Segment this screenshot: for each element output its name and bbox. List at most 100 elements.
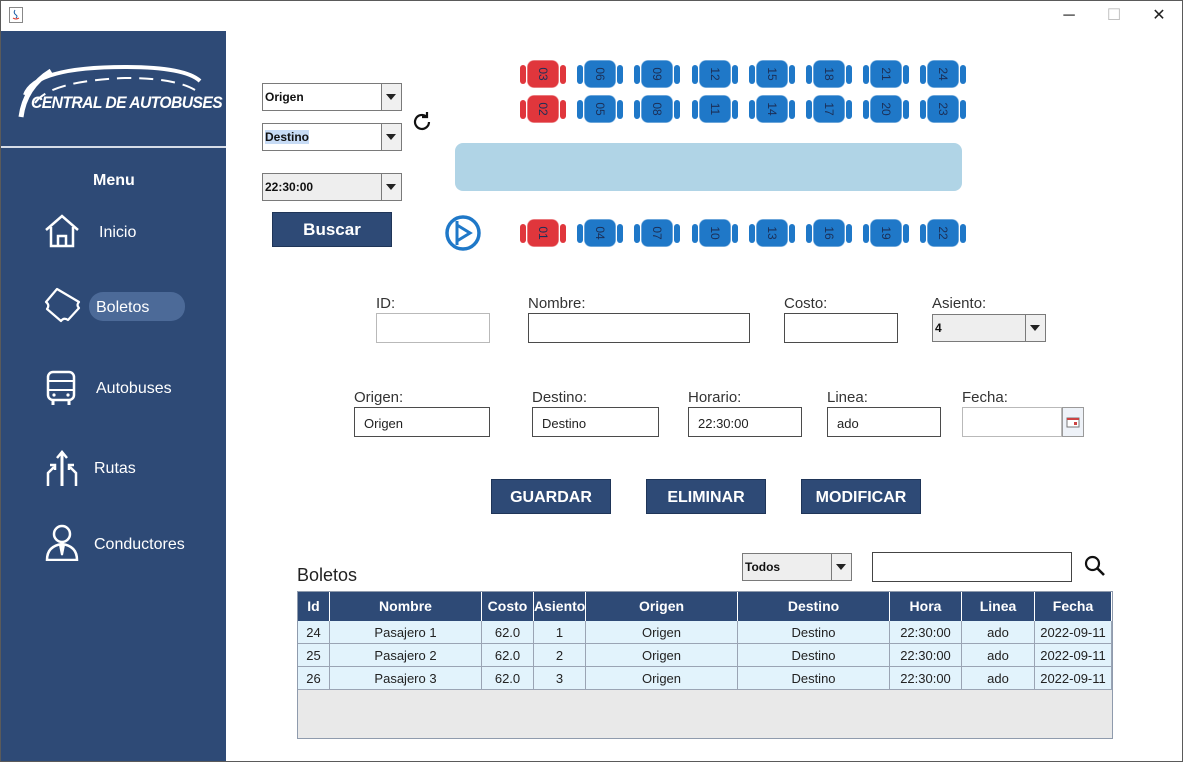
- nombre-field[interactable]: [528, 313, 750, 343]
- table-row[interactable]: 25 Pasajero 2 62.0 2 Origen Destino 22:30:00 ad…: [298, 644, 1112, 667]
- minimize-button[interactable]: ─: [1054, 6, 1084, 26]
- date-picker-button[interactable]: [1062, 407, 1084, 437]
- table-row[interactable]: 26 Pasajero 3 62.0 3 Origen Destino 22:30:00 ad…: [298, 667, 1112, 690]
- seat-number: 07: [650, 226, 665, 240]
- buscar-button[interactable]: Buscar: [272, 212, 392, 247]
- seat-number: 19: [879, 226, 894, 240]
- seat-button[interactable]: 02: [520, 93, 566, 125]
- seat-number: 20: [879, 102, 894, 116]
- fecha-label: Fecha:: [962, 389, 1008, 406]
- boletos-table: Id Nombre Costo Asiento Origen Destino Hora Lin…: [297, 591, 1113, 739]
- seat-number: 05: [593, 102, 608, 116]
- asiento-label: Asiento:: [932, 295, 987, 312]
- table-cell: ado: [962, 621, 1035, 644]
- bus-icon: [46, 370, 76, 405]
- table-cell: Destino: [738, 621, 890, 644]
- seat-number: 14: [764, 102, 779, 116]
- seat-number: 02: [536, 102, 550, 116]
- seat-button[interactable]: 07: [634, 217, 681, 249]
- sidebar-item-autobuses[interactable]: Autobuses: [1, 361, 226, 411]
- sidebar-item-conductores[interactable]: Conductores: [1, 515, 226, 565]
- seat-button[interactable]: 01: [520, 217, 566, 249]
- column-header[interactable]: Asiento: [534, 592, 586, 621]
- column-header[interactable]: Linea: [962, 592, 1035, 621]
- seat-button[interactable]: 20: [863, 93, 910, 125]
- table-cell: ado: [962, 644, 1035, 667]
- origen-select-value: Origen: [265, 90, 304, 104]
- chevron-down-icon[interactable]: [381, 124, 401, 150]
- table-cell: Pasajero 1: [330, 621, 482, 644]
- table-cell: 2022-09-11: [1035, 644, 1112, 667]
- sidebar-item-rutas[interactable]: Rutas: [1, 441, 226, 491]
- destino-field[interactable]: Destino: [532, 407, 659, 437]
- seat-number: 01: [536, 226, 550, 240]
- maximize-button[interactable]: ☐: [1099, 6, 1129, 26]
- column-header[interactable]: Nombre: [330, 592, 482, 621]
- search-icon[interactable]: [1083, 554, 1107, 578]
- table-cell: Origen: [586, 621, 738, 644]
- eliminar-button[interactable]: ELIMINAR: [646, 479, 766, 514]
- column-header[interactable]: Costo: [482, 592, 534, 621]
- seat-button[interactable]: 23: [920, 93, 967, 125]
- id-field[interactable]: [376, 313, 490, 343]
- destino-select[interactable]: Destino: [262, 123, 402, 151]
- fecha-field[interactable]: [962, 407, 1062, 437]
- seat-button[interactable]: 10: [691, 217, 738, 249]
- table-cell: Origen: [586, 667, 738, 690]
- table-cell: 26: [298, 667, 330, 690]
- table-row[interactable]: 24 Pasajero 1 62.0 1 Origen Destino 22:30:00 ad…: [298, 621, 1112, 644]
- seat-button[interactable]: 14: [748, 93, 795, 125]
- search-input[interactable]: [872, 552, 1072, 582]
- table-cell: Destino: [738, 667, 890, 690]
- seat-button[interactable]: 04: [577, 217, 624, 249]
- sidebar-item-inicio[interactable]: Inicio: [1, 204, 226, 254]
- seat-button[interactable]: 13: [748, 217, 795, 249]
- costo-field[interactable]: [784, 313, 898, 343]
- chevron-down-icon[interactable]: [381, 174, 401, 200]
- seat-button[interactable]: 17: [806, 93, 852, 125]
- seat-button[interactable]: 22: [920, 217, 967, 249]
- seat-button[interactable]: 05: [577, 93, 624, 125]
- guardar-button[interactable]: GUARDAR: [491, 479, 611, 514]
- table-cell: 3: [534, 667, 586, 690]
- chevron-down-icon[interactable]: [381, 84, 401, 110]
- refresh-icon[interactable]: [410, 110, 434, 134]
- column-header[interactable]: Hora: [890, 592, 962, 621]
- seat-number: 22: [936, 226, 951, 240]
- horario-select-value: 22:30:00: [265, 180, 314, 194]
- sidebar-divider: [1, 146, 226, 148]
- column-header[interactable]: Id: [298, 592, 330, 621]
- chevron-down-icon[interactable]: [831, 554, 851, 580]
- steering-wheel-icon: [445, 215, 481, 251]
- origen-field[interactable]: Origen: [354, 407, 490, 437]
- horario-label: Horario:: [688, 389, 742, 406]
- table-cell: Destino: [738, 644, 890, 667]
- app-window: ─ ☐ ✕ CENTRAL DE AUTOBUSES Menu Inicio B…: [0, 0, 1183, 762]
- seat-number: 23: [936, 102, 951, 116]
- modificar-button[interactable]: MODIFICAR: [801, 479, 921, 514]
- seat-number: 11: [707, 102, 722, 116]
- close-button[interactable]: ✕: [1144, 6, 1174, 26]
- seat-button[interactable]: 16: [806, 217, 852, 249]
- column-header[interactable]: Origen: [586, 592, 738, 621]
- origen-select[interactable]: Origen: [262, 83, 402, 111]
- id-label: ID:: [376, 295, 396, 312]
- column-header[interactable]: Destino: [738, 592, 890, 621]
- routes-icon: [46, 450, 78, 486]
- linea-field[interactable]: ado: [827, 407, 941, 437]
- chevron-down-icon[interactable]: [1025, 315, 1045, 341]
- driver-icon: [45, 524, 79, 561]
- horario-field[interactable]: 22:30:00: [688, 407, 802, 437]
- column-header[interactable]: Fecha: [1035, 592, 1112, 621]
- horario-select[interactable]: 22:30:00: [262, 173, 402, 201]
- sidebar: CENTRAL DE AUTOBUSES Menu Inicio Boletos: [1, 31, 226, 761]
- seat-button[interactable]: 19: [863, 217, 910, 249]
- seat-button[interactable]: 11: [691, 93, 738, 125]
- filter-select[interactable]: Todos: [742, 553, 852, 581]
- seat-button[interactable]: 08: [634, 93, 681, 125]
- sidebar-item-boletos[interactable]: Boletos: [1, 278, 226, 328]
- asiento-select[interactable]: 4: [932, 314, 1046, 342]
- calendar-icon: [1066, 417, 1080, 428]
- sidebar-item-label: Boletos: [96, 299, 150, 316]
- table-cell: 2022-09-11: [1035, 667, 1112, 690]
